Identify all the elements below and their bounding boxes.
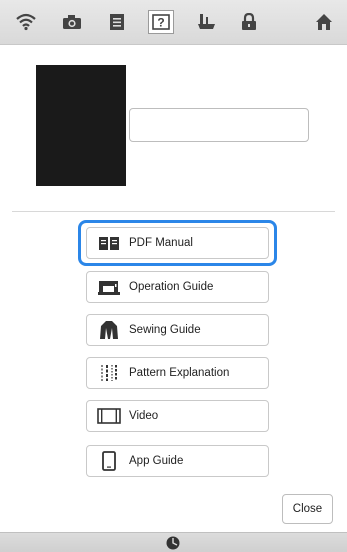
divider xyxy=(12,211,335,212)
sewing-machine-icon xyxy=(97,277,121,297)
dial-icon[interactable] xyxy=(166,536,180,550)
garment-icon xyxy=(97,320,121,340)
help-glyph: ? xyxy=(157,16,164,30)
sewing-foot-icon[interactable] xyxy=(193,10,219,34)
stitch-pattern-icon xyxy=(97,363,121,383)
menu-label: App Guide xyxy=(129,455,184,467)
help-icon[interactable]: ? xyxy=(148,10,174,34)
name-field[interactable] xyxy=(129,108,309,142)
camera-icon[interactable] xyxy=(59,10,85,34)
wifi-icon[interactable] xyxy=(13,10,39,34)
document-icon[interactable] xyxy=(104,10,130,34)
menu-label: Sewing Guide xyxy=(129,324,201,336)
pattern-explanation-button[interactable]: Pattern Explanation xyxy=(86,357,269,389)
top-toolbar: ? xyxy=(0,0,347,45)
home-icon[interactable] xyxy=(311,10,337,34)
menu-label: PDF Manual xyxy=(129,237,193,249)
film-icon xyxy=(97,406,121,426)
lock-icon[interactable] xyxy=(236,10,262,34)
machine-image xyxy=(36,65,126,186)
video-button[interactable]: Video xyxy=(86,400,269,432)
help-screen: ? PDF Manual Operation Guide Sewing Guid… xyxy=(0,0,347,552)
book-icon xyxy=(97,233,121,253)
menu-label: Pattern Explanation xyxy=(129,367,230,379)
close-button[interactable]: Close xyxy=(282,494,333,524)
sewing-guide-button[interactable]: Sewing Guide xyxy=(86,314,269,346)
bottom-status-bar xyxy=(0,532,347,552)
app-guide-button[interactable]: App Guide xyxy=(86,445,269,477)
menu-label: Operation Guide xyxy=(129,281,214,293)
pdf-manual-button[interactable]: PDF Manual xyxy=(86,227,269,259)
phone-icon xyxy=(97,451,121,471)
menu-label: Video xyxy=(129,410,159,422)
operation-guide-button[interactable]: Operation Guide xyxy=(86,271,269,303)
